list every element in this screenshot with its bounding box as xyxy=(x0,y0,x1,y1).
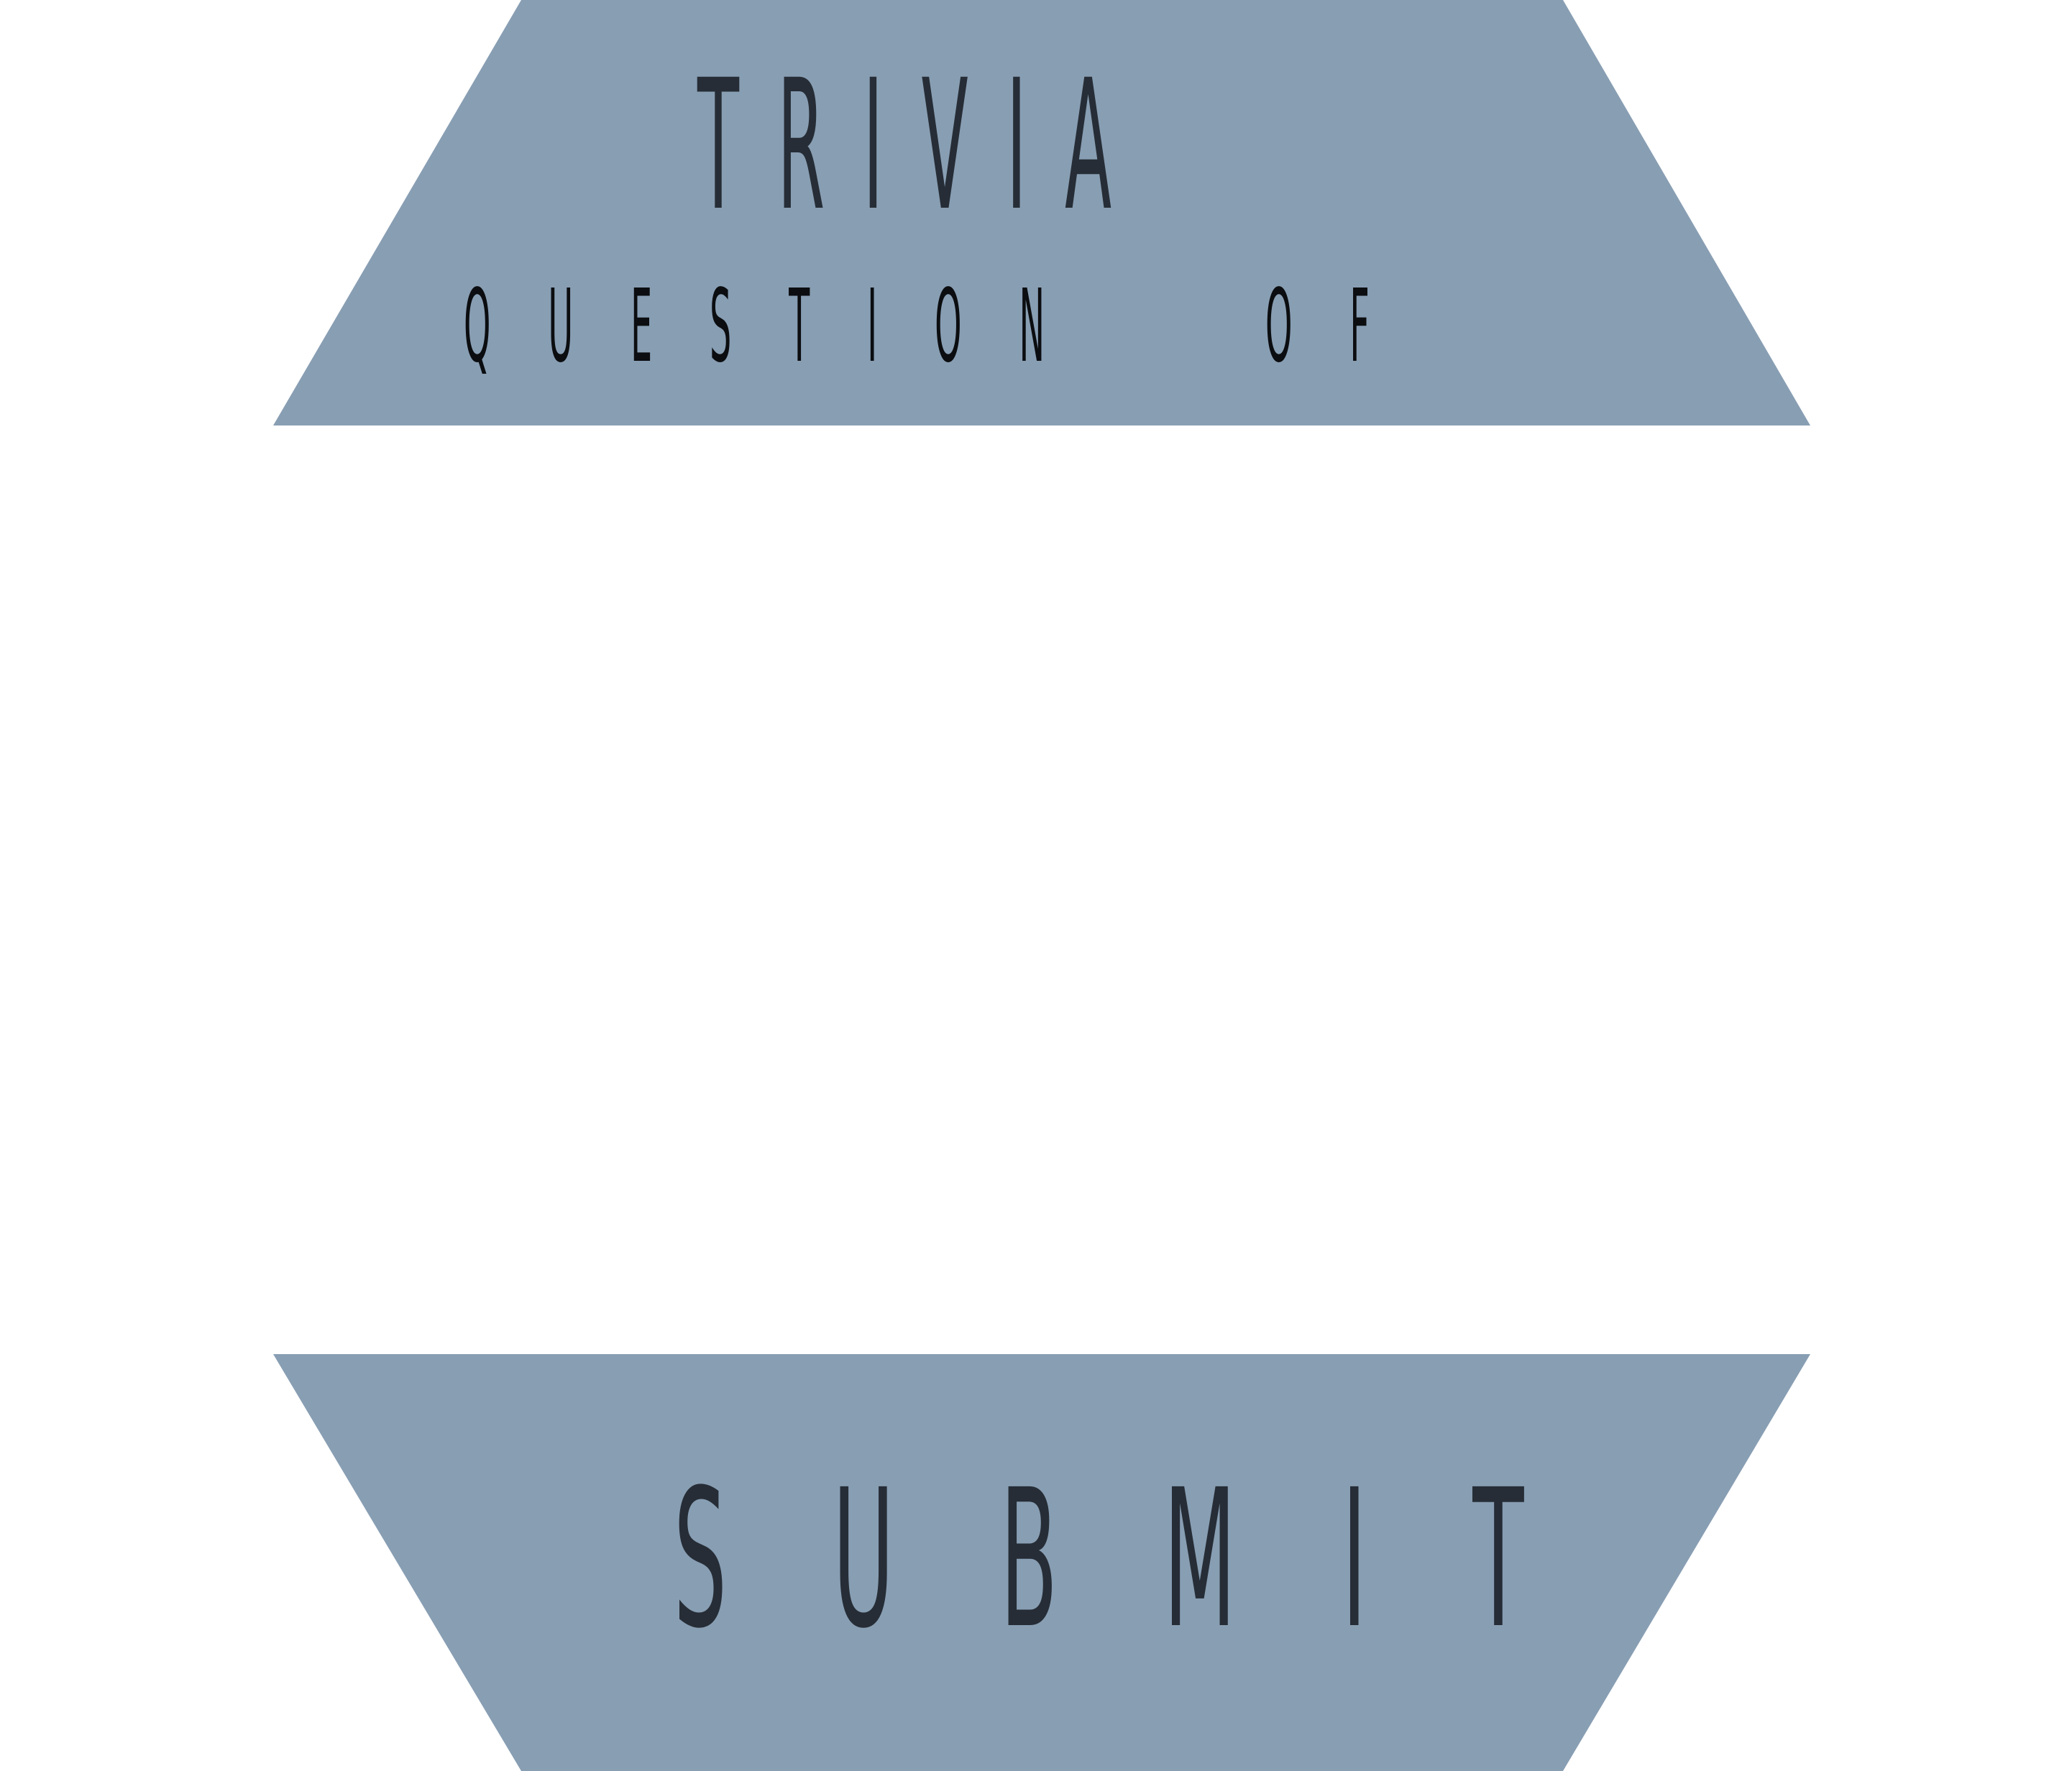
submit-button[interactable]: SUBMIT xyxy=(0,1354,2072,1771)
game-title: TRIVIA xyxy=(697,41,1150,250)
trivia-screen: TRIVIA QUESTION OF SUBMIT xyxy=(0,0,2072,1771)
question-total-label: OF xyxy=(1265,268,1427,385)
header-panel: TRIVIA QUESTION OF xyxy=(0,0,2072,426)
question-counter: QUESTION OF xyxy=(464,268,1398,385)
question-label: QUESTION xyxy=(464,268,1102,385)
title-wrap: TRIVIA xyxy=(697,56,1359,236)
question-area xyxy=(273,426,1799,1354)
submit-label: SUBMIT xyxy=(674,1465,1524,1655)
